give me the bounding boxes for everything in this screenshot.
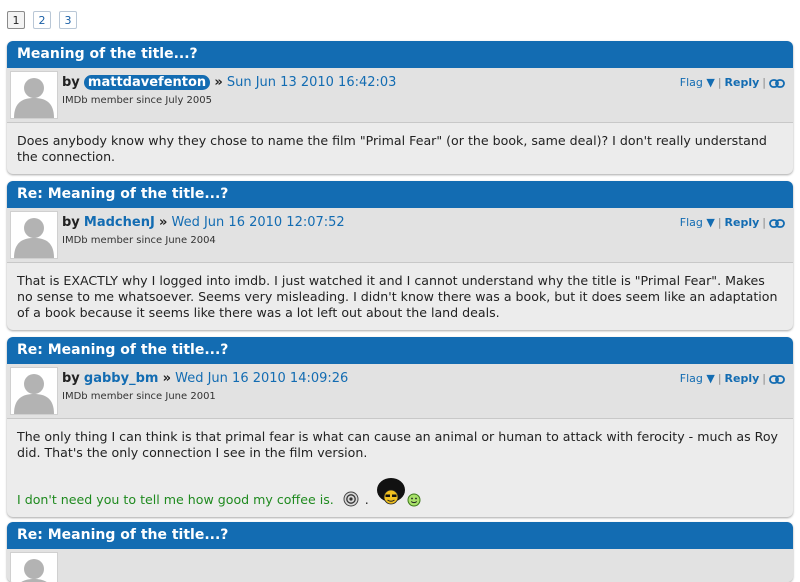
post-header: by gabby_bm » Wed Jun 16 2010 14:09:26 I… [7, 364, 793, 419]
reply-link[interactable]: Reply [725, 76, 760, 89]
divider: | [762, 372, 766, 385]
post-header [7, 549, 793, 582]
post: Re: Meaning of the title...? by MadchenJ… [7, 181, 793, 330]
flag-button[interactable]: Flag ▼ [680, 372, 715, 385]
reply-link[interactable]: Reply [725, 372, 760, 385]
byline: by gabby_bm » Wed Jun 16 2010 14:09:26 [62, 371, 348, 386]
divider: | [762, 76, 766, 89]
post-date-link[interactable]: Sun Jun 13 2010 16:42:03 [227, 75, 397, 90]
post-body: Does anybody know why they chose to name… [17, 133, 767, 164]
post-header: by mattdavefenton » Sun Jun 13 2010 16:4… [7, 68, 793, 123]
member-since: IMDb member since June 2004 [62, 235, 216, 246]
flag-button[interactable]: Flag ▼ [680, 76, 715, 89]
spiral-smiley-icon [343, 491, 359, 507]
default-avatar-icon [14, 218, 54, 258]
post-actions: Flag ▼ | Reply | [680, 216, 785, 229]
signature-text: I don't need you to tell me how good my … [17, 492, 334, 507]
byline: by mattdavefenton » Sun Jun 13 2010 16:4… [62, 75, 396, 90]
signature-dot: . [364, 492, 369, 507]
reply-link[interactable]: Reply [725, 216, 760, 229]
post: Re: Meaning of the title...? by gabby_bm… [7, 337, 793, 517]
chain-link-icon[interactable] [769, 218, 785, 228]
divider: | [762, 216, 766, 229]
separator: » [214, 75, 223, 90]
green-smiley-icon [407, 493, 421, 507]
avatar[interactable] [10, 211, 58, 259]
post-body: That is EXACTLY why I logged into imdb. … [17, 273, 778, 320]
post-title[interactable]: Meaning of the title...? [7, 41, 793, 68]
chain-link-icon[interactable] [769, 374, 785, 384]
post-actions: Flag ▼ | Reply | [680, 76, 785, 89]
post: Re: Meaning of the title...? [7, 522, 793, 582]
member-since: IMDb member since July 2005 [62, 95, 212, 106]
chain-link-icon[interactable] [769, 78, 785, 88]
member-since: IMDb member since June 2001 [62, 391, 216, 402]
by-label: by [62, 75, 80, 90]
byline: by MadchenJ » Wed Jun 16 2010 12:07:52 [62, 215, 345, 230]
default-avatar-icon [14, 374, 54, 414]
pagination: 1 2 3 [7, 11, 77, 29]
page-1-button[interactable]: 1 [7, 11, 25, 29]
page-3-button[interactable]: 3 [59, 11, 77, 29]
post-body: The only thing I can think is that prima… [7, 419, 793, 517]
post-header: by MadchenJ » Wed Jun 16 2010 12:07:52 I… [7, 208, 793, 263]
avatar[interactable] [10, 71, 58, 119]
post-title[interactable]: Re: Meaning of the title...? [7, 181, 793, 208]
avatar[interactable] [10, 552, 58, 582]
post-date-link[interactable]: Wed Jun 16 2010 14:09:26 [175, 371, 348, 386]
separator: » [158, 215, 168, 230]
post-actions: Flag ▼ | Reply | [680, 372, 785, 385]
afro-smiley-icon [376, 478, 405, 505]
by-label: by [62, 215, 80, 230]
default-avatar-icon [14, 78, 54, 118]
divider: | [717, 372, 722, 385]
divider: | [717, 76, 722, 89]
signature: I don't need you to tell me how good my … [17, 478, 783, 508]
default-avatar-icon [21, 559, 47, 582]
avatar[interactable] [10, 367, 58, 415]
divider: | [717, 216, 722, 229]
username-link[interactable]: gabby_bm [84, 371, 159, 386]
separator: » [162, 371, 171, 386]
post-title[interactable]: Re: Meaning of the title...? [7, 522, 793, 549]
by-label: by [62, 371, 80, 386]
post-title[interactable]: Re: Meaning of the title...? [7, 337, 793, 364]
username-link[interactable]: mattdavefenton [83, 75, 211, 90]
page-2-button[interactable]: 2 [33, 11, 51, 29]
post-date-link[interactable]: Wed Jun 16 2010 12:07:52 [172, 215, 345, 230]
flag-button[interactable]: Flag ▼ [680, 216, 715, 229]
username-link[interactable]: MadchenJ [84, 215, 155, 230]
post-body-text: The only thing I can think is that prima… [17, 429, 778, 460]
post: Meaning of the title...? by mattdavefent… [7, 41, 793, 174]
